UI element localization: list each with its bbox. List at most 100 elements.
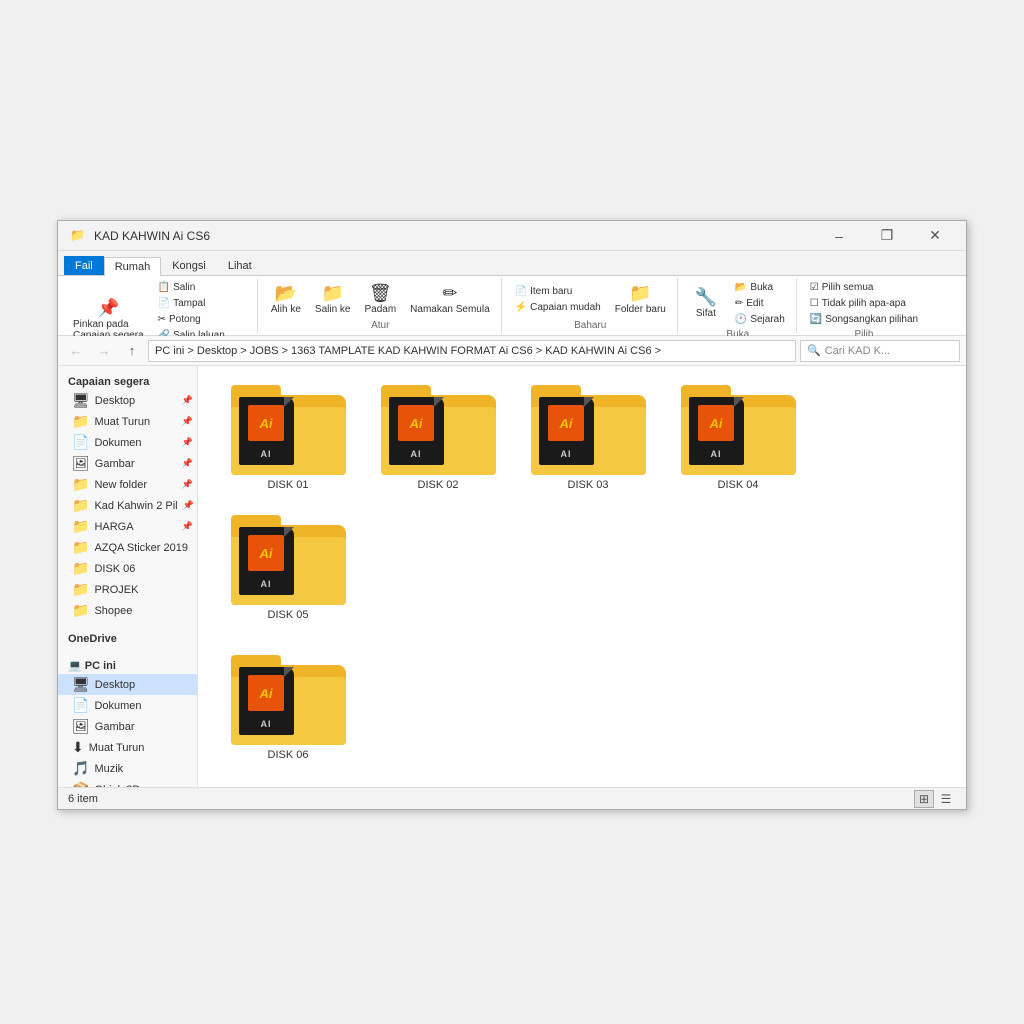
folder-disk03[interactable]: Ai AI DISK 03 — [518, 378, 658, 498]
rename-icon: ✏ — [442, 284, 457, 302]
close-button[interactable]: ✕ — [912, 221, 958, 251]
minimize-button[interactable]: – — [816, 221, 862, 251]
tab-kongsi[interactable]: Kongsi — [161, 256, 217, 275]
ribbon-btn-tampal[interactable]: 📄 Tampal — [153, 296, 251, 311]
up-button[interactable]: ↑ — [120, 339, 144, 363]
sidebar-item-shopee-label: Shopee — [94, 605, 132, 617]
ribbon-btn-tidak-pilih[interactable]: ☐ Tidak pilih apa-apa — [805, 296, 923, 311]
ribbon-btn-capaian-mudah[interactable]: ⚡ Capaian mudah — [510, 300, 606, 315]
muzik-icon: 🎵 — [72, 760, 89, 777]
sidebar-item-dokumen[interactable]: 📄 Dokumen 📌 — [58, 432, 197, 453]
folder-disk04[interactable]: Ai AI DISK 04 — [668, 378, 808, 498]
sidebar-item-disk06-label: DISK 06 — [94, 563, 135, 575]
new-folder-icon: 📁 — [629, 284, 651, 302]
folder-disk01[interactable]: Ai AI DISK 01 — [218, 378, 358, 498]
tab-lihat[interactable]: Lihat — [217, 256, 263, 275]
ai-badge-disk04: Ai — [698, 405, 734, 441]
ai-badge-disk06: Ai — [248, 675, 284, 711]
folder-disk06[interactable]: Ai AI DISK 06 — [218, 648, 358, 768]
sidebar-item-muat-turun-pc[interactable]: ⬇ Muat Turun — [58, 737, 197, 758]
gambar-pc-icon: 🖼 — [72, 718, 90, 735]
pin-indicator-5: 📌 — [182, 479, 193, 490]
sidebar-item-dokumen-pc[interactable]: 📄 Dokumen — [58, 695, 197, 716]
sidebar-item-kad-kahwin[interactable]: 📁 Kad Kahwin 2 Pil 📌 — [58, 495, 197, 516]
folder-disk02[interactable]: Ai AI DISK 02 — [368, 378, 508, 498]
ribbon-btn-buka[interactable]: 📂 Buka — [730, 280, 790, 295]
view-btn-list[interactable]: ☰ — [936, 790, 956, 808]
sidebar-item-desktop[interactable]: 🖥 Desktop 📌 — [58, 390, 197, 411]
sidebar-item-new-folder[interactable]: 📁 New folder 📌 — [58, 474, 197, 495]
ribbon-btn-sifat[interactable]: 🔧 Sifat — [686, 285, 726, 322]
pin-indicator-2: 📌 — [182, 416, 193, 427]
select-all-icon: ☑ — [810, 282, 819, 293]
ribbon-btn-alih[interactable]: 📂 Alih ke — [266, 281, 306, 318]
open-icon: 📂 — [735, 282, 747, 293]
harga-icon: 📁 — [72, 518, 89, 535]
pin-indicator-4: 📌 — [182, 458, 193, 469]
sidebar-item-objek-3d[interactable]: 📦 Objek 3D — [58, 779, 197, 787]
folder-visual-disk04: Ai AI — [681, 385, 796, 475]
dokumen-icon: 📄 — [72, 434, 89, 451]
desktop-icon: 🖥 — [72, 392, 90, 409]
pin-indicator-7: 📌 — [182, 521, 193, 532]
ribbon-small-group-buka: 📂 Buka ✏ Edit 🕐 Sejarah — [730, 280, 790, 327]
search-box[interactable]: 🔍 Cari KAD K... — [800, 340, 960, 362]
explorer-window: 📁 KAD KAHWIN Ai CS6 – ❐ ✕ Fail Rumah Kon… — [57, 220, 967, 810]
restore-button[interactable]: ❐ — [864, 221, 910, 251]
sidebar-item-harga[interactable]: 📁 HARGA 📌 — [58, 516, 197, 537]
ribbon-group-atur: 📂 Alih ke 📁 Salin ke 🗑 Padam ✏ — [260, 278, 502, 333]
sidebar-item-desktop-pc-label: Desktop — [95, 679, 135, 691]
folder-visual-disk02: Ai AI — [381, 385, 496, 475]
title-controls: – ❐ ✕ — [816, 221, 958, 251]
ribbon-group-pilih: ☑ Pilih semua ☐ Tidak pilih apa-apa 🔄 So… — [799, 278, 929, 333]
sidebar-item-shopee[interactable]: 📁 Shopee — [58, 600, 197, 621]
forward-button[interactable]: → — [92, 339, 116, 363]
pc-label: 💻 PC ini — [58, 653, 197, 674]
ribbon-group-buka: 🔧 Sifat 📂 Buka ✏ Edit — [680, 278, 797, 333]
ai-file-left-disk06: Ai AI — [239, 667, 294, 735]
ai-badge-disk02: Ai — [398, 405, 434, 441]
ribbon-btn-salin[interactable]: 📋 Salin — [153, 280, 251, 295]
ribbon-btn-namakan[interactable]: ✏ Namakan Semula — [405, 281, 494, 318]
folder-visual-disk01: Ai AI — [231, 385, 346, 475]
ribbon-btn-item-baru[interactable]: 📄 Item baru — [510, 284, 606, 299]
sidebar-item-muzik[interactable]: 🎵 Muzik — [58, 758, 197, 779]
ribbon-btn-padam[interactable]: 🗑 Padam — [359, 281, 401, 318]
muat-turun-pc-icon: ⬇ — [72, 739, 84, 756]
move-icon: 📂 — [275, 284, 297, 302]
sidebar-item-muzik-label: Muzik — [94, 763, 123, 775]
projek-icon: 📁 — [72, 581, 89, 598]
ribbon-btn-sejarah[interactable]: 🕐 Sejarah — [730, 312, 790, 327]
folder-title-icon: 📁 — [70, 228, 86, 244]
address-path[interactable]: PC ini > Desktop > JOBS > 1363 TAMPLATE … — [148, 340, 796, 362]
sidebar-item-disk06[interactable]: 📁 DISK 06 — [58, 558, 197, 579]
ai-label-disk04: AI — [711, 449, 722, 459]
easy-access-icon: ⚡ — [515, 302, 527, 313]
ribbon-btn-potong[interactable]: ✂ Potong — [153, 312, 251, 327]
folder-disk05[interactable]: Ai AI DISK 05 — [218, 508, 358, 628]
sidebar-item-azqa[interactable]: 📁 AZQA Sticker 2019 — [58, 537, 197, 558]
tab-rumah[interactable]: Rumah — [104, 257, 161, 276]
ribbon-btn-pilih-semua[interactable]: ☑ Pilih semua — [805, 280, 923, 295]
window-title: KAD KAHWIN Ai CS6 — [94, 229, 210, 243]
sidebar-item-new-folder-label: New folder — [94, 479, 147, 491]
view-btn-grid[interactable]: ⊞ — [914, 790, 934, 808]
sidebar-item-muat-turun[interactable]: 📁 Muat Turun 📌 — [58, 411, 197, 432]
ribbon-btn-folder-baru[interactable]: 📁 Folder baru — [610, 281, 671, 318]
ribbon-btn-salin-ke[interactable]: 📁 Salin ke — [310, 281, 356, 318]
ai-badge-disk01: Ai — [248, 405, 284, 441]
ribbon-btn-edit[interactable]: ✏ Edit — [730, 296, 790, 311]
quick-access-label: Capaian segera — [58, 370, 197, 390]
back-button[interactable]: ← — [64, 339, 88, 363]
sidebar-item-desktop-pc[interactable]: 🖥 Desktop — [58, 674, 197, 695]
download-icon: 📁 — [72, 413, 89, 430]
copy-to-icon: 📁 — [321, 284, 343, 302]
sidebar-item-kad-kahwin-label: Kad Kahwin 2 Pil — [94, 500, 177, 512]
status-item-count: 6 item — [68, 793, 98, 805]
sidebar-item-gambar[interactable]: 🖼 Gambar 📌 — [58, 453, 197, 474]
sidebar-item-desktop-label: Desktop — [95, 395, 135, 407]
tab-fail[interactable]: Fail — [64, 256, 104, 275]
sidebar-item-gambar-pc[interactable]: 🖼 Gambar — [58, 716, 197, 737]
sidebar-item-projek[interactable]: 📁 PROJEK — [58, 579, 197, 600]
ribbon-btn-songsangkan[interactable]: 🔄 Songsangkan pilihan — [805, 312, 923, 327]
